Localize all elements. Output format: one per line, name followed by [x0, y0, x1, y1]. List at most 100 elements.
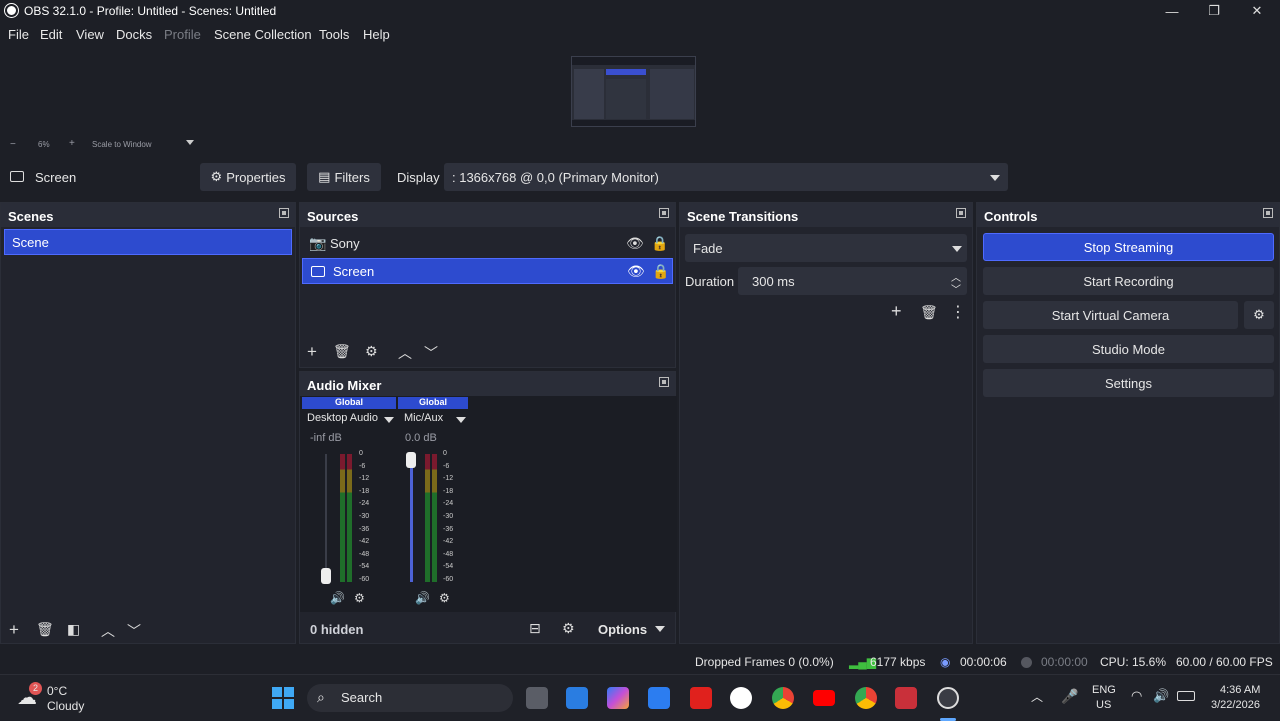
menu-help[interactable]: Help [363, 27, 390, 42]
undock-icon[interactable] [956, 208, 966, 218]
more-vertical-icon[interactable]: ⋮ [950, 302, 966, 322]
trash-icon[interactable]: 🗑 [333, 343, 351, 360]
layout-toggle-icon[interactable]: ⊟ [529, 620, 541, 637]
channel-menu-chevron-icon[interactable] [456, 417, 466, 423]
meter-tick-label: -60 [359, 576, 370, 583]
meter-tick-label: -60 [443, 576, 454, 583]
source-toolbar: Screen ⚙ Properties ▤ Filters Display : 13… [0, 160, 1280, 196]
display-select[interactable]: : 1366x768 @ 0,0 (Primary Monitor) [444, 163, 1008, 191]
store-icon[interactable] [566, 687, 588, 709]
gear-icon: ⚙ [210, 169, 223, 184]
copilot-icon[interactable] [607, 687, 629, 709]
move-up-icon[interactable]: ︿ [101, 621, 115, 641]
menu-scene-collection[interactable]: Scene Collection [214, 27, 312, 42]
volume-icon[interactable]: 🔊 [1153, 688, 1169, 704]
menu-view[interactable]: View [76, 27, 104, 42]
move-down-icon[interactable]: ﹀ [127, 621, 141, 641]
menu-tools[interactable]: Tools [319, 27, 349, 42]
eye-icon[interactable]: 👁 [627, 263, 645, 280]
advanced-audio-icon[interactable]: ⚙ [562, 620, 575, 637]
show-hidden-icons-chevron-icon[interactable]: ︿ [1031, 688, 1043, 705]
virtual-camera-settings-button[interactable]: ⚙ [1244, 301, 1274, 329]
stream-time: 00:00:06 [960, 655, 1007, 669]
gear-icon[interactable]: ⚙ [365, 343, 378, 360]
zoom-mode-select[interactable]: Scale to Window [92, 140, 152, 149]
channel-settings-icon[interactable]: ⚙ [354, 591, 365, 605]
channel-menu-chevron-icon[interactable] [384, 417, 394, 423]
studio-mode-button[interactable]: Studio Mode [983, 335, 1274, 363]
filters-button[interactable]: ▤ Filters [307, 163, 381, 191]
meter-tick-label: -48 [359, 550, 370, 558]
volume-slider-track[interactable] [325, 454, 327, 582]
restore-button[interactable]: ❐ [1193, 0, 1235, 22]
zoom-out-button[interactable]: − [10, 139, 16, 150]
undock-icon[interactable] [279, 208, 289, 218]
undock-icon[interactable] [1263, 208, 1273, 218]
transition-type: Fade [693, 241, 723, 256]
volume-slider-track[interactable] [410, 454, 413, 582]
filter-icon[interactable]: ◧ [67, 621, 80, 638]
sources-panel: Sources 📷 Sony 👁 🔒 Screen 👁 🔒 + 🗑 ⚙ ︿ ﹀ [299, 202, 676, 368]
language[interactable]: ENG [1092, 684, 1116, 696]
add-icon[interactable]: + [9, 620, 19, 640]
transition-select[interactable]: Fade [685, 234, 967, 262]
snipping-tool-icon[interactable] [895, 687, 917, 709]
windows-start-icon[interactable] [272, 687, 294, 709]
clock-time[interactable]: 4:36 AM [1220, 684, 1260, 696]
volume-slider-handle[interactable] [406, 452, 416, 468]
microphone-icon[interactable]: 🎤 [1061, 688, 1078, 705]
zoom-chevron-down-icon[interactable] [186, 140, 194, 145]
options-button[interactable]: Options [592, 618, 672, 640]
channel-settings-icon[interactable]: ⚙ [439, 591, 450, 605]
trash-icon[interactable]: 🗑 [36, 621, 54, 638]
channel-level: -inf dB [310, 432, 342, 444]
obs-taskbar-icon[interactable] [937, 687, 959, 709]
taskbar-search[interactable]: ⌕ Search [307, 684, 513, 712]
undock-icon[interactable] [659, 208, 669, 218]
add-icon[interactable]: + [891, 301, 902, 322]
chrome-icon[interactable] [772, 687, 794, 709]
eye-icon[interactable]: 👁 [626, 235, 644, 252]
maps-icon[interactable] [730, 687, 752, 709]
lock-icon[interactable]: 🔒 [651, 235, 668, 252]
spin-down-icon[interactable]: ﹀ [951, 281, 961, 296]
menu-edit[interactable]: Edit [40, 27, 62, 42]
move-down-icon[interactable]: ﹀ [424, 343, 438, 363]
speaker-icon[interactable]: 🔊 [330, 591, 345, 605]
undock-icon[interactable] [659, 377, 669, 387]
source-item-screen[interactable]: Screen 👁 🔒 [302, 258, 673, 284]
youtube-icon[interactable] [813, 690, 835, 706]
close-button[interactable]: ✕ [1236, 0, 1278, 22]
wifi-icon[interactable]: ◠ [1131, 688, 1142, 704]
app-icon[interactable] [648, 687, 670, 709]
meter-tick-label: -12 [359, 475, 370, 483]
scene-item[interactable]: Scene [4, 229, 292, 255]
meter-tick-label: -42 [359, 538, 370, 546]
lock-icon[interactable]: 🔒 [652, 263, 669, 280]
start-recording-button[interactable]: Start Recording [983, 267, 1274, 295]
trash-icon[interactable]: 🗑 [920, 304, 938, 321]
clock-date[interactable]: 3/22/2026 [1211, 699, 1260, 711]
menu-file[interactable]: File [8, 27, 29, 42]
settings-button[interactable]: Settings [983, 369, 1274, 397]
properties-button[interactable]: ⚙ Properties [200, 163, 296, 191]
add-icon[interactable]: + [307, 342, 317, 362]
camera-icon: 📷 [309, 234, 327, 251]
minimize-button[interactable]: — [1151, 0, 1193, 22]
stop-streaming-button[interactable]: Stop Streaming [983, 233, 1274, 261]
menu-profile[interactable]: Profile [164, 27, 201, 42]
duration-spinbox[interactable]: 300 ms ︿ ﹀ [738, 267, 967, 296]
move-up-icon[interactable]: ︿ [398, 343, 412, 363]
status-bar: Dropped Frames 0 (0.0%) ▂▄▆ 6177 kbps ◉ … [0, 650, 1280, 674]
battery-icon[interactable] [1177, 691, 1195, 701]
source-item-sony[interactable]: 📷 Sony 👁 🔒 [300, 230, 675, 256]
pdf-reader-icon[interactable] [690, 687, 712, 709]
task-view-icon[interactable] [526, 687, 548, 709]
region[interactable]: US [1096, 699, 1111, 711]
chrome-profile-icon[interactable] [855, 687, 877, 709]
start-virtual-camera-button[interactable]: Start Virtual Camera [983, 301, 1238, 329]
zoom-in-button[interactable]: + [69, 138, 75, 149]
volume-slider-handle[interactable] [321, 568, 331, 584]
menu-docks[interactable]: Docks [116, 27, 152, 42]
speaker-icon[interactable]: 🔊 [415, 591, 430, 605]
